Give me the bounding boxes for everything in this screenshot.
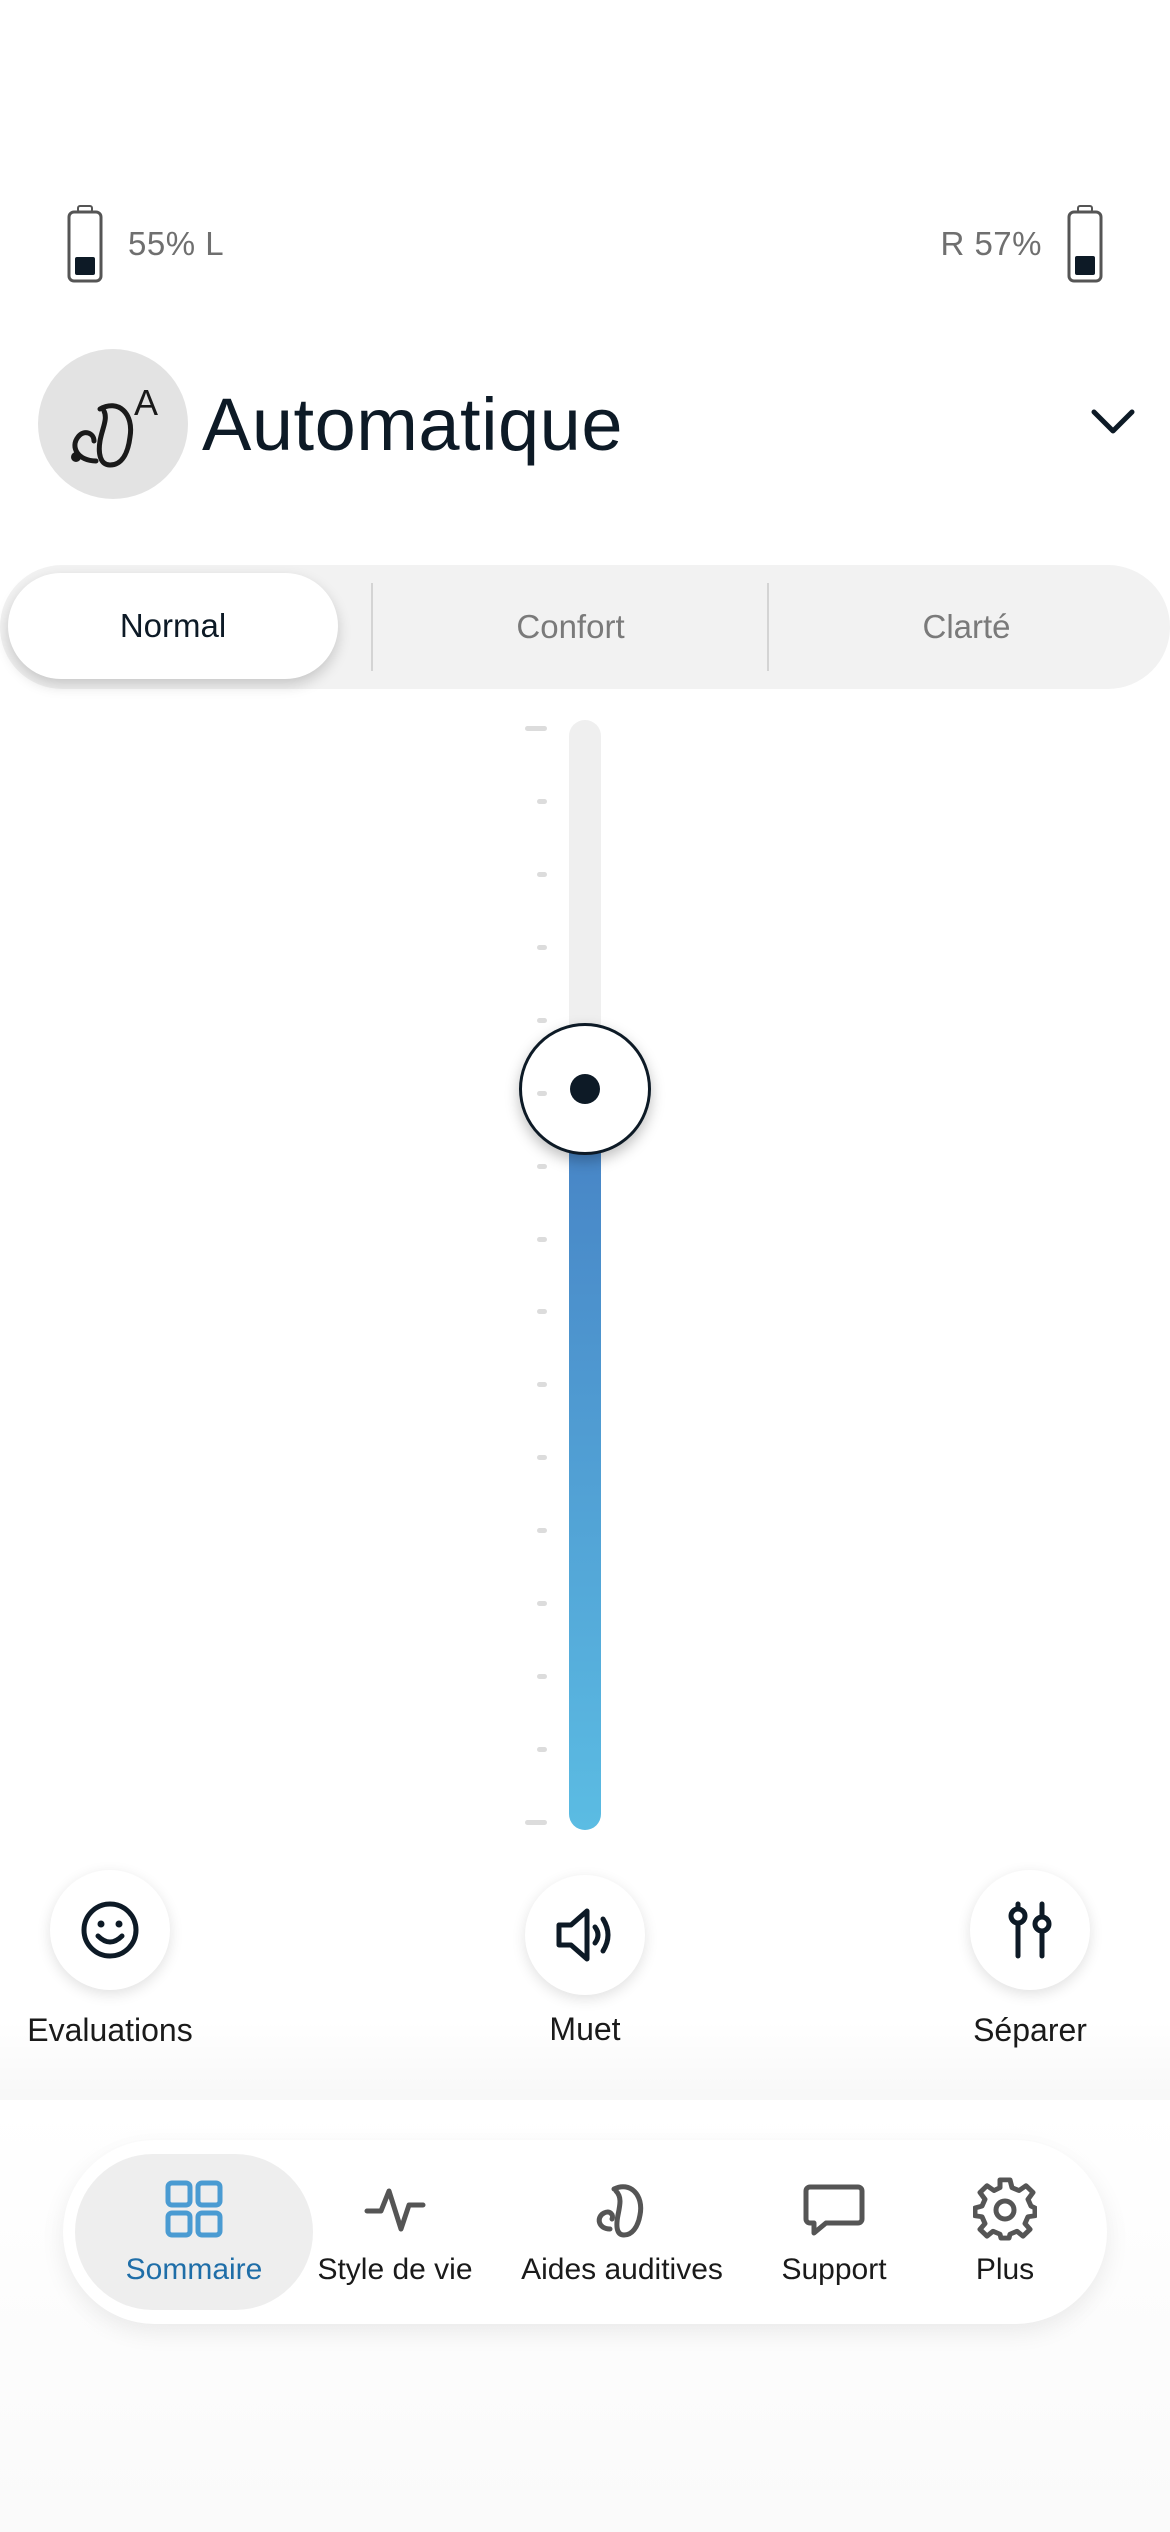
slider-tick xyxy=(537,944,547,950)
slider-tick xyxy=(537,1747,547,1753)
slider-tick xyxy=(537,1163,547,1169)
hearing-aid-icon xyxy=(596,2184,644,2238)
slider-tick xyxy=(537,871,547,877)
nav-item-style-de-vie-label: Style de vie xyxy=(317,2253,473,2286)
nav-shadow xyxy=(0,2020,1170,2105)
slider-tick xyxy=(537,1017,547,1023)
nav-item-sommaire-label: Sommaire xyxy=(125,2253,263,2286)
sound-mode-segmented-control: Normal Confort Clarté xyxy=(0,565,1170,689)
battery-right-text: R 57% xyxy=(940,225,1042,262)
slider-thumb-dot xyxy=(570,1074,600,1105)
slider-tick xyxy=(537,1455,547,1461)
program-avatar-badge: A xyxy=(134,382,158,423)
battery-status-row: 55% L R 57% xyxy=(0,205,1170,295)
evaluations-button[interactable] xyxy=(50,1870,170,1990)
battery-left-icon xyxy=(67,205,103,283)
slider-tick xyxy=(525,1820,547,1825)
mute-button[interactable] xyxy=(525,1875,645,1995)
battery-right-icon xyxy=(1067,205,1103,283)
speaker-icon xyxy=(556,1908,611,1962)
program-selector[interactable]: A Automatique xyxy=(38,348,1138,500)
slider-thumb[interactable] xyxy=(519,1023,651,1156)
segment-confort-label: Confort xyxy=(516,608,625,645)
nav-item-support[interactable]: Support xyxy=(749,2140,919,2324)
slider-tick xyxy=(537,1601,547,1607)
slider-tick xyxy=(537,798,547,804)
nav-item-support-label: Support xyxy=(781,2253,887,2286)
nav-item-sommaire[interactable]: Sommaire xyxy=(75,2140,313,2324)
segment-clarte-label: Clarté xyxy=(922,608,1011,645)
slider-tick xyxy=(537,1236,547,1242)
battery-left: 55% L xyxy=(66,205,224,283)
battery-left-text: 55% L xyxy=(128,225,225,262)
hearing-aid-icon: A xyxy=(71,382,158,468)
slider-tick xyxy=(525,726,547,731)
nav-item-plus-label: Plus xyxy=(975,2253,1035,2286)
sliders-icon xyxy=(1008,1901,1052,1959)
battery-right: R 57% xyxy=(940,205,1104,283)
gear-icon xyxy=(973,2177,1037,2241)
segment-normal-label: Normal xyxy=(119,607,227,644)
slider-tick xyxy=(537,1090,547,1096)
nav-item-style-de-vie[interactable]: Style de vie xyxy=(295,2140,495,2324)
chat-bubble-icon xyxy=(803,2184,865,2236)
volume-slider[interactable] xyxy=(0,720,1170,1830)
program-title: Automatique xyxy=(202,382,623,466)
bottom-nav: Sommaire Style de vie Aides auditives Su… xyxy=(63,2140,1107,2324)
split-button[interactable] xyxy=(970,1870,1090,1990)
nav-item-aides-auditives[interactable]: Aides auditives xyxy=(497,2140,747,2324)
nav-item-plus[interactable]: Plus xyxy=(920,2140,1090,2324)
smiley-icon xyxy=(81,1901,139,1959)
slider-tick xyxy=(537,1528,547,1534)
segment-confort[interactable]: Confort xyxy=(373,565,768,689)
grid-icon xyxy=(165,2180,223,2238)
slider-fill xyxy=(569,1089,601,1830)
nav-item-aides-auditives-label: Aides auditives xyxy=(521,2253,723,2286)
program-avatar: A xyxy=(38,349,188,499)
slider-tick xyxy=(537,1674,547,1680)
activity-icon xyxy=(364,2188,426,2232)
slider-tick xyxy=(537,1382,547,1388)
slider-tick xyxy=(537,1309,547,1315)
segment-normal[interactable]: Normal xyxy=(8,573,338,679)
segment-clarte[interactable]: Clarté xyxy=(769,565,1164,689)
chevron-down-icon[interactable] xyxy=(1088,398,1138,448)
